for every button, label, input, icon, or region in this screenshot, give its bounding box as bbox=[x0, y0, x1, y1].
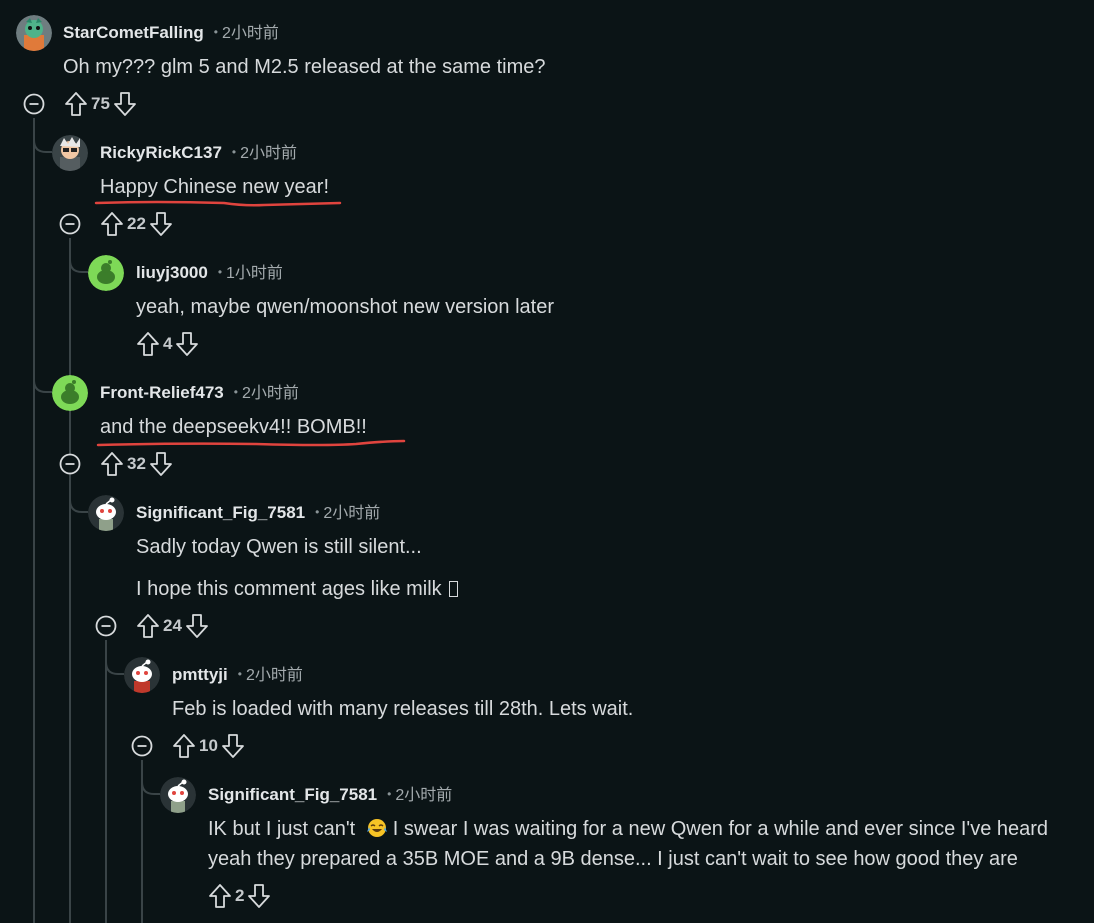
avatar[interactable] bbox=[160, 777, 196, 813]
comment-meta: Significant_Fig_7581 • 2小时前 bbox=[208, 785, 452, 806]
collapse-icon[interactable] bbox=[59, 213, 81, 235]
comment-body: Sadly today Qwen is still silent... bbox=[136, 536, 422, 558]
downvote-icon[interactable] bbox=[149, 451, 173, 477]
highlight-underline bbox=[96, 439, 406, 447]
avatar[interactable] bbox=[16, 15, 52, 51]
username[interactable]: StarCometFalling bbox=[63, 23, 204, 42]
separator-dot: • bbox=[237, 667, 242, 681]
downvote-icon[interactable] bbox=[149, 211, 173, 237]
downvote-icon[interactable] bbox=[247, 883, 271, 909]
separator-dot: • bbox=[387, 787, 392, 801]
separator-dot: • bbox=[217, 265, 223, 279]
timestamp[interactable]: 2小时前 bbox=[323, 505, 380, 522]
downvote-icon[interactable] bbox=[185, 613, 209, 639]
vote-score: 2 bbox=[235, 886, 245, 905]
timestamp[interactable]: 2小时前 bbox=[240, 145, 297, 162]
avatar[interactable] bbox=[52, 375, 88, 411]
comment-actions: 2 bbox=[208, 882, 271, 910]
highlight-underline bbox=[94, 200, 342, 207]
tears-of-joy-emoji-icon bbox=[366, 819, 387, 837]
comment-actions: 10 bbox=[172, 732, 245, 760]
vote-score: 32 bbox=[127, 454, 146, 473]
comment-meta: liuyj3000 • 1小时前 bbox=[136, 263, 283, 284]
upvote-icon[interactable] bbox=[172, 733, 196, 759]
comment-body: Feb is loaded with many releases till 28… bbox=[172, 698, 634, 720]
comment-meta: pmttyji • 2小时前 bbox=[172, 665, 303, 686]
comment-meta: RickyRickC137 • 2小时前 bbox=[100, 143, 297, 164]
separator-dot: • bbox=[233, 385, 238, 399]
username[interactable]: pmttyji bbox=[172, 665, 228, 684]
separator-dot: • bbox=[315, 505, 320, 519]
avatar[interactable] bbox=[88, 495, 124, 531]
comment-body-line: I hope this comment ages like milk bbox=[136, 574, 459, 604]
comment-body: yeah, maybe qwen/moonshot new version la… bbox=[136, 296, 555, 318]
vote-score: 10 bbox=[199, 736, 218, 755]
comment-actions: 75 bbox=[64, 90, 137, 118]
timestamp[interactable]: 1小时前 bbox=[226, 265, 283, 282]
upvote-icon[interactable] bbox=[136, 331, 160, 357]
avatar[interactable] bbox=[124, 657, 160, 693]
comment-text: I swear I was waiting for a new Qwen for… bbox=[392, 818, 1049, 840]
comment-body: Oh my??? glm 5 and M2.5 released at the … bbox=[63, 56, 546, 78]
vote-score: 4 bbox=[163, 334, 173, 353]
timestamp[interactable]: 2小时前 bbox=[242, 385, 299, 402]
comment-text: IK but I just can't bbox=[208, 818, 356, 840]
comment-actions: 22 bbox=[100, 210, 173, 238]
timestamp[interactable]: 2小时前 bbox=[246, 667, 303, 684]
timestamp[interactable]: 2小时前 bbox=[222, 25, 279, 42]
comment-body-line: yeah they prepared a 35B MOE and a 9B de… bbox=[208, 848, 1018, 870]
avatar[interactable] bbox=[52, 135, 88, 171]
collapse-icon[interactable] bbox=[23, 93, 45, 115]
comment-meta: StarCometFalling • 2小时前 bbox=[63, 23, 279, 44]
missing-glyph-icon bbox=[449, 581, 459, 597]
downvote-icon[interactable] bbox=[113, 91, 137, 117]
username[interactable]: Front-Relief473 bbox=[100, 383, 224, 402]
comment-actions: 24 bbox=[136, 612, 209, 640]
collapse-icon[interactable] bbox=[59, 453, 81, 475]
comment-body-line: IK but I just can't I swear I was waitin… bbox=[208, 814, 1048, 844]
upvote-icon[interactable] bbox=[136, 613, 160, 639]
username[interactable]: Significant_Fig_7581 bbox=[208, 785, 377, 804]
upvote-icon[interactable] bbox=[64, 91, 88, 117]
username[interactable]: liuyj3000 bbox=[136, 263, 208, 282]
comment-text: I hope this comment ages like milk bbox=[136, 578, 442, 600]
separator-dot: • bbox=[213, 25, 218, 39]
comment-meta: Front-Relief473 • 2小时前 bbox=[100, 383, 299, 404]
comment-actions: 4 bbox=[136, 330, 199, 358]
username[interactable]: RickyRickC137 bbox=[100, 143, 222, 162]
timestamp[interactable]: 2小时前 bbox=[395, 787, 452, 804]
upvote-icon[interactable] bbox=[208, 883, 232, 909]
collapse-icon[interactable] bbox=[131, 735, 153, 757]
comment-actions: 32 bbox=[100, 450, 173, 478]
comment-meta: Significant_Fig_7581 • 2小时前 bbox=[136, 503, 380, 524]
vote-score: 75 bbox=[91, 94, 110, 113]
username[interactable]: Significant_Fig_7581 bbox=[136, 503, 305, 522]
vote-score: 24 bbox=[163, 616, 182, 635]
separator-dot: • bbox=[231, 145, 237, 159]
downvote-icon[interactable] bbox=[175, 331, 199, 357]
avatar[interactable] bbox=[88, 255, 124, 291]
downvote-icon[interactable] bbox=[221, 733, 245, 759]
comment-thread: StarCometFalling • 2小时前 Oh my??? glm 5 and… bbox=[0, 0, 1094, 923]
collapse-icon[interactable] bbox=[95, 615, 117, 637]
upvote-icon[interactable] bbox=[100, 211, 124, 237]
vote-score: 22 bbox=[127, 214, 146, 233]
upvote-icon[interactable] bbox=[100, 451, 124, 477]
